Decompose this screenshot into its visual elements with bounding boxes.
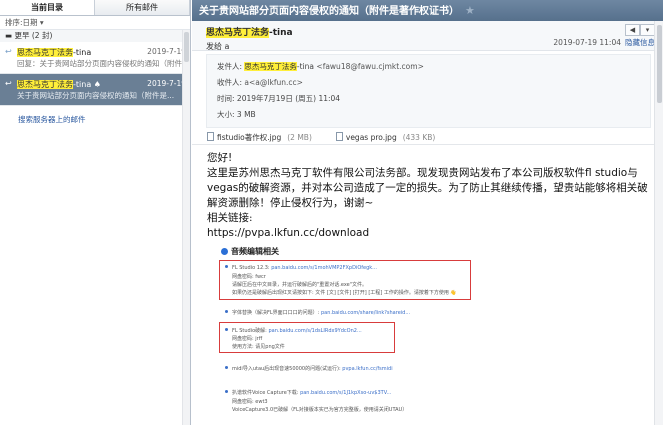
email-body: 您好! 这里是苏州思杰马克丁软件有限公司法务部。现发现贵网站发布了本公司版权软件… — [192, 145, 663, 241]
size-row: 大小: 3 MB — [217, 107, 650, 123]
sender-highlight: 思杰马克丁法务 — [206, 28, 270, 38]
to-row: 收件人: a<a@lkfun.cc> — [217, 75, 650, 91]
to-address[interactable]: a<a@lkfun.cc> — [244, 78, 302, 87]
attachment-name: vegas pro.jpg — [345, 133, 397, 142]
flcrack-label: FL Studio破解: — [232, 328, 267, 334]
subject-bar: 关于贵网站部分页面内容侵权的通知（附件是著作权证书） ★ — [192, 0, 663, 21]
bullet-icon — [225, 265, 228, 268]
midi-link: pvpa.lkfun.cc/fsmidi — [342, 366, 393, 372]
from-highlight: 思杰马克丁法务 — [244, 62, 297, 71]
embedded-screenshot-image: 音频编辑相关 FL Studio 12.3: pan.baidu.com/s/1… — [213, 240, 489, 425]
font-link: pan.baidu.com/share/link?shareid... — [320, 310, 411, 316]
to-label: 收件人: — [217, 78, 243, 87]
hide-info-link[interactable]: 隐藏信息 — [625, 38, 655, 47]
vc-link: pan.baidu.com/s/1J1kpXso-uv$3TV... — [300, 390, 392, 396]
body-paragraph: 这里是苏州思杰马克丁软件有限公司法务部。现发现贵网站发布了本公司版权软件fl s… — [207, 167, 648, 209]
reply-buttons: ◀ ▾ — [625, 24, 655, 36]
reading-scrollbar[interactable] — [654, 21, 663, 425]
size-label: 大小: — [217, 110, 235, 119]
reply-icon: ↩ — [5, 79, 12, 88]
fl123-password: 网盘密码: fwcr — [232, 274, 266, 280]
time-value: 2019年7月19日 (周五) 11:04 — [236, 94, 341, 103]
bullet-icon — [225, 328, 228, 331]
attachments-bar: fistudio著作权.jpg (2 MB) vegas pro.jpg (433 … — [192, 128, 663, 145]
tab-all-mail[interactable]: 所有邮件 — [95, 0, 190, 15]
sender-rest: -tina — [269, 28, 293, 38]
embedded-heading-text: 音频编辑相关 — [231, 247, 279, 256]
time-label: 时间: — [217, 94, 235, 103]
attachment-item[interactable]: fistudio著作权.jpg (2 MB) — [207, 132, 312, 144]
body-link-label: 相关链接: — [207, 212, 253, 224]
email-subject: 关于贵网站部分页面内容侵权的通知（附件是著作权证书） — [199, 6, 459, 17]
email-header: 思杰马克丁法务-tina 发给 a ◀ ▾ 2019-07-19 11:04 隐藏… — [192, 21, 663, 51]
flcrack-password: 网盘密码: jrff — [232, 336, 263, 342]
body-greeting: 您好! — [207, 152, 233, 164]
sender-highlight: 思杰马克丁法务 — [17, 80, 73, 89]
list-item-selected[interactable]: ↩ 思杰马克丁法务-tina ♠ 关于贵网站部分页面内容侵权的通知（附件是...… — [0, 74, 190, 106]
email-date: 2019-07-19 11:04 — [553, 38, 621, 47]
fl123-row: FL Studio 12.3: pan.baidu.com/s/1mohVMP2… — [225, 265, 377, 271]
vc-label: 扒谱软件Voice Capture下载: — [232, 390, 299, 396]
embedded-heading: 音频编辑相关 — [221, 246, 279, 257]
sender-rest: -tina — [73, 48, 92, 57]
file-icon — [335, 132, 343, 141]
folder-tabs: 当前目录 所有邮件 — [0, 0, 190, 16]
fl123-label: FL Studio 12.3: — [232, 265, 270, 271]
attachment-size: (433 KB) — [402, 133, 436, 142]
from-row: 发件人: 思杰马克丁法务-tina <fawu18@fawu.cjmkt.com… — [217, 59, 650, 75]
scrollbar-thumb[interactable] — [657, 25, 662, 103]
tab-current-folder[interactable]: 当前目录 — [0, 0, 95, 15]
email-details: 发件人: 思杰马克丁法务-tina <fawu18@fawu.cjmkt.com… — [206, 54, 651, 128]
attachment-size: (2 MB) — [287, 133, 312, 142]
from-address[interactable]: <fawu18@fawu.cjmkt.com> — [316, 62, 423, 71]
from-rest: -tina — [296, 62, 315, 71]
message-date: 2019-7-19 — [147, 47, 186, 56]
bullet-icon — [225, 366, 228, 369]
font-label: 字体替换（解决FL界面口口口的问题）: — [232, 310, 320, 316]
email-date-row: 2019-07-19 11:04 隐藏信息 — [553, 37, 655, 48]
reply-button[interactable]: ◀ — [625, 24, 640, 36]
scrollbar-thumb[interactable] — [184, 32, 189, 62]
list-scrollbar[interactable] — [182, 30, 190, 425]
message-date: 2019-7-19 — [147, 79, 186, 88]
vc-note: VoiceCapture3.0已破解（FL对接版本实已为官方完整版，使用请关闭U… — [232, 407, 408, 413]
vc-password: 网盘密码: ewt3 — [232, 399, 268, 405]
time-row: 时间: 2019年7月19日 (周五) 11:04 — [217, 91, 650, 107]
attachment-name: fistudio著作权.jpg — [217, 133, 282, 142]
size-value: 3 MB — [236, 110, 256, 119]
flcrack-row: FL Studio破解: pan.baidu.com/s/1dsLIRdx9Yd… — [225, 327, 362, 334]
from-label: 发件人: — [217, 62, 243, 71]
bullet-icon — [225, 390, 228, 393]
attachment-item[interactable]: vegas pro.jpg (433 KB) — [335, 132, 436, 144]
fl123-note2: 如果仍还是破解后出现红叉请按如下: 文件 [文] [文件] [打开] [工程] … — [232, 290, 457, 296]
sender-highlight: 思杰马克丁法务 — [17, 48, 73, 57]
midi-label: midi导入utau后出现音速50000的问题(试运行): — [232, 366, 341, 372]
reply-icon: ↩ — [5, 47, 12, 56]
flcrack-link: pan.baidu.com/s/1dsLIRdx9YdcOn2... — [268, 328, 362, 334]
reply-menu-button[interactable]: ▾ — [640, 24, 655, 36]
message-preview: 回复：关于贵网站部分页面内容侵权的通知（附件... — [17, 59, 185, 68]
group-label: 更早 (2 封) — [14, 31, 53, 40]
message-preview: 关于贵网站部分页面内容侵权的通知（附件是... — [17, 91, 175, 100]
vc-row: 扒谱软件Voice Capture下载: pan.baidu.com/s/1J1… — [225, 389, 391, 396]
star-icon[interactable]: ★ — [465, 4, 475, 17]
flcrack-note: 使用方法: 请见png文件 — [232, 344, 285, 350]
font-row: 字体替换（解决FL界面口口口的问题）: pan.baidu.com/share/… — [225, 309, 410, 316]
midi-row: midi导入utau后出现音速50000的问题(试运行): pvpa.lkfun… — [225, 365, 393, 372]
body-link-url: https://pvpa.lkfun.cc/download — [207, 227, 370, 239]
file-icon — [207, 132, 214, 141]
sort-dropdown[interactable]: 排序:日期 ▾ — [0, 16, 190, 30]
bullet-icon — [225, 310, 228, 313]
group-header-earlier[interactable]: ▬ 更早 (2 封) — [0, 30, 190, 42]
list-item[interactable]: ↩ 思杰马克丁法务-tina 回复：关于贵网站部分页面内容侵权的通知（附件...… — [0, 42, 190, 74]
message-list-pane: 当前目录 所有邮件 排序:日期 ▾ ▬ 更早 (2 封) ↩ 思杰马克丁法务-t… — [0, 0, 191, 425]
search-server-link[interactable]: 搜索服务器上的邮件 — [0, 106, 190, 125]
sender-rest: -tina ♠ — [73, 80, 101, 89]
fl123-note: 请解压后在中文目录，并运行破解后的"重置对话.exe"文件。 — [232, 282, 368, 288]
fl123-link: pan.baidu.com/s/1mohVMP2FXpDiOfegk... — [271, 265, 377, 271]
heading-dot-icon — [221, 248, 228, 255]
